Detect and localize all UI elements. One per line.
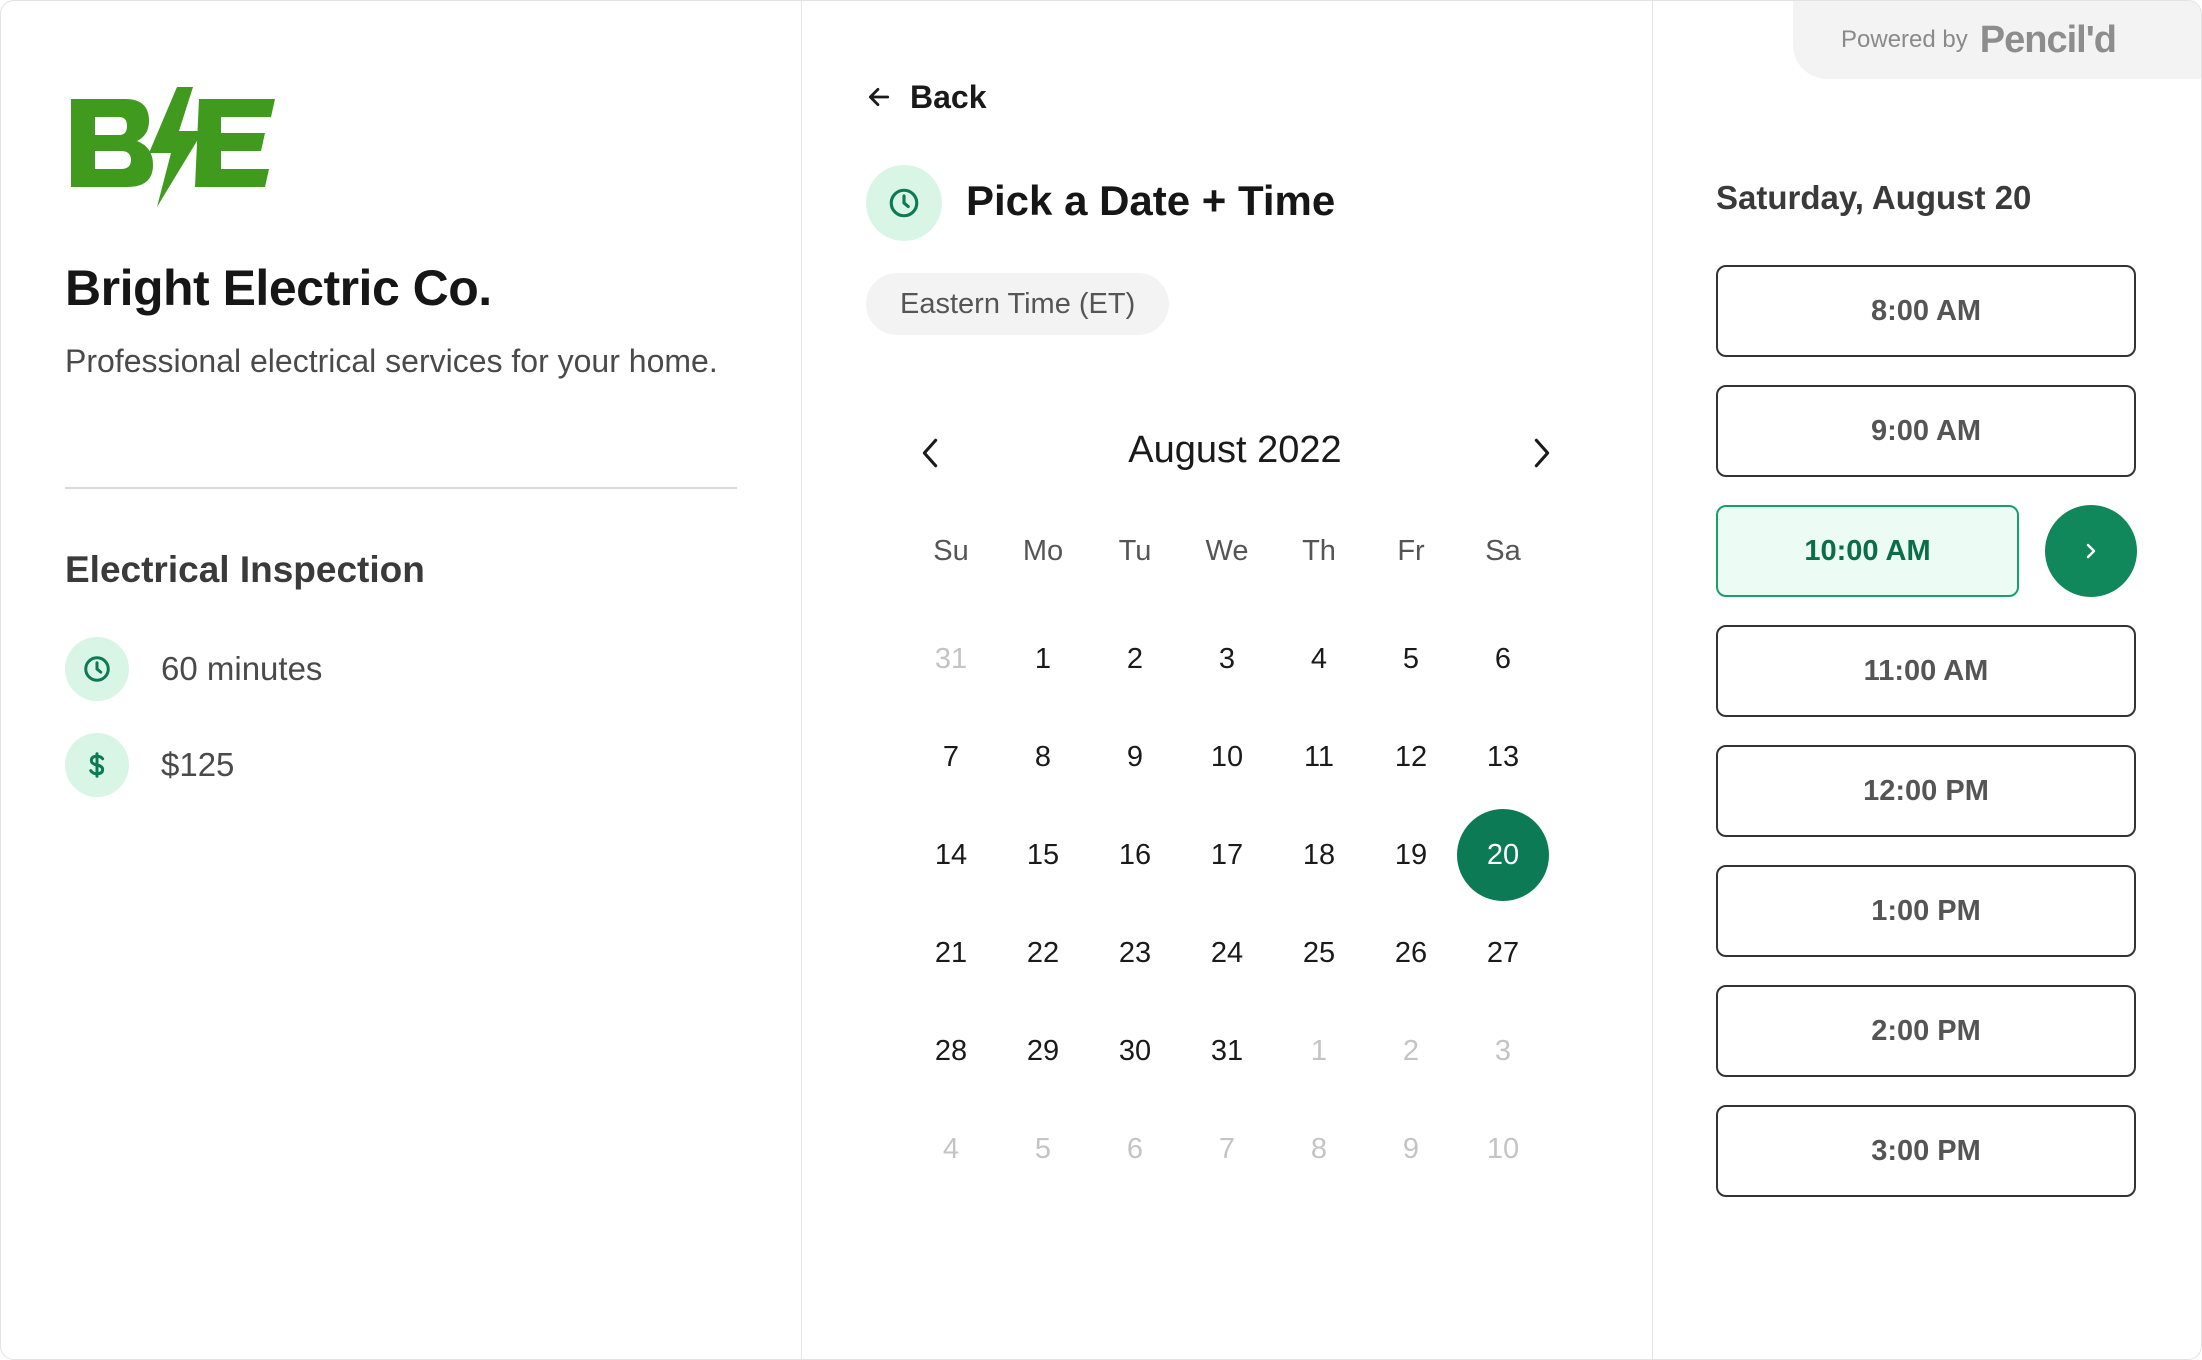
page-title: Pick a Date + Time (966, 177, 1336, 224)
powered-by-badge[interactable]: Powered by Pencil'd (1793, 1, 2201, 79)
month-label: August 2022 (1128, 429, 1342, 471)
prev-month-button[interactable] (910, 429, 950, 477)
service-title: Electrical Inspection (65, 549, 425, 590)
business-panel: Bright Electric Co. Professional electri… (1, 1, 801, 1359)
calendar-day[interactable]: 15 (997, 809, 1089, 901)
time-slot[interactable]: 9:00 AM (1716, 385, 2136, 477)
calendar-day[interactable]: 6 (1457, 613, 1549, 705)
weekday-label: We (1205, 535, 1249, 567)
chevron-left-icon (922, 438, 938, 468)
calendar-day: 1 (1310, 1034, 1328, 1067)
calendar-day: 5 (1034, 1132, 1052, 1165)
calendar-day[interactable]: 28 (905, 1005, 997, 1097)
calendar-day[interactable]: 16 (1089, 809, 1181, 901)
powered-by-text: Powered by (1841, 26, 1968, 53)
calendar-day: 6 (1126, 1132, 1144, 1165)
dollar-icon (65, 733, 129, 797)
time-slot[interactable]: 2:00 PM (1716, 985, 2136, 1077)
calendar-day[interactable]: 3 (1181, 613, 1273, 705)
price-row: $125 (65, 733, 234, 797)
weekday-label: Mo (1022, 535, 1064, 567)
chevron-right-icon (1534, 438, 1550, 468)
calendar-day[interactable]: 17 (1181, 809, 1273, 901)
business-logo (71, 87, 275, 207)
time-slot[interactable]: 3:00 PM (1716, 1105, 2136, 1197)
calendar-panel: Back Pick a Date + Time Eastern Time (ET… (801, 1, 1653, 1359)
clock-icon (866, 165, 942, 241)
calendar-day: 7 (1218, 1132, 1236, 1165)
calendar-day: 10 (1486, 1132, 1520, 1165)
confirm-time-button[interactable] (2045, 505, 2137, 597)
calendar-day[interactable]: 27 (1457, 907, 1549, 999)
calendar-day[interactable]: 8 (997, 711, 1089, 803)
calendar-day[interactable]: 7 (905, 711, 997, 803)
price-text: $125 (161, 746, 235, 783)
chevron-right-icon (2086, 543, 2096, 559)
time-slot-panel: Powered by Pencil'd Saturday, August 20 … (1652, 1, 2201, 1359)
calendar-day[interactable]: 26 (1365, 907, 1457, 999)
calendar-day: 2 (1402, 1034, 1420, 1067)
calendar-day[interactable]: 23 (1089, 907, 1181, 999)
calendar-day: 3 (1494, 1034, 1512, 1067)
weekday-label: Sa (1485, 535, 1521, 567)
calendar-day: 8 (1310, 1132, 1328, 1165)
duration-text: 60 minutes (161, 650, 323, 687)
calendar-day[interactable]: 14 (905, 809, 997, 901)
time-slot[interactable]: 11:00 AM (1716, 625, 2136, 717)
clock-icon (65, 637, 129, 701)
calendar-day: 9 (1402, 1132, 1420, 1165)
next-month-button[interactable] (1522, 429, 1562, 477)
timezone-selector[interactable]: Eastern Time (ET) (866, 273, 1170, 335)
business-description: Professional electrical services for you… (65, 343, 718, 379)
calendar-day[interactable]: 4 (1273, 613, 1365, 705)
calendar-day[interactable]: 29 (997, 1005, 1089, 1097)
calendar-day[interactable]: 21 (905, 907, 997, 999)
time-slot[interactable]: 1:00 PM (1716, 865, 2136, 957)
calendar-day[interactable]: 22 (997, 907, 1089, 999)
weekday-label: Su (933, 535, 969, 567)
weekday-label: Fr (1397, 535, 1425, 567)
powered-by-brand: Pencil'd (1979, 18, 2117, 61)
calendar-day[interactable]: 9 (1089, 711, 1181, 803)
time-slot[interactable]: 8:00 AM (1716, 265, 2136, 357)
time-slot-selected[interactable]: 10:00 AM (1716, 505, 2019, 597)
calendar-day[interactable]: 5 (1365, 613, 1457, 705)
calendar-day: 4 (942, 1132, 960, 1165)
calendar-day[interactable]: 13 (1457, 711, 1549, 803)
calendar-day[interactable]: 25 (1273, 907, 1365, 999)
time-slot[interactable]: 12:00 PM (1716, 745, 2136, 837)
calendar-day[interactable]: 12 (1365, 711, 1457, 803)
arrow-left-icon (868, 88, 890, 106)
weekday-label: Tu (1118, 535, 1152, 567)
calendar-day[interactable]: 24 (1181, 907, 1273, 999)
duration-row: 60 minutes (65, 637, 322, 701)
calendar-day[interactable]: 18 (1273, 809, 1365, 901)
calendar-day[interactable]: 19 (1365, 809, 1457, 901)
calendar-day[interactable]: 11 (1273, 711, 1365, 803)
calendar-day-selected[interactable]: 20 (1457, 809, 1549, 901)
calendar-day: 31 (934, 642, 968, 675)
weekday-label: Th (1302, 535, 1336, 567)
calendar-day[interactable]: 2 (1089, 613, 1181, 705)
booking-widget: Bright Electric Co. Professional electri… (0, 0, 2202, 1360)
selected-date-heading: Saturday, August 20 (1716, 179, 2032, 216)
calendar-day[interactable]: 30 (1089, 1005, 1181, 1097)
back-label: Back (910, 78, 987, 115)
business-name: Bright Electric Co. (65, 260, 492, 316)
divider (65, 487, 737, 489)
back-button[interactable]: Back (866, 77, 987, 117)
calendar-day[interactable]: 31 (1181, 1005, 1273, 1097)
calendar-day[interactable]: 1 (997, 613, 1089, 705)
calendar-day[interactable]: 10 (1181, 711, 1273, 803)
